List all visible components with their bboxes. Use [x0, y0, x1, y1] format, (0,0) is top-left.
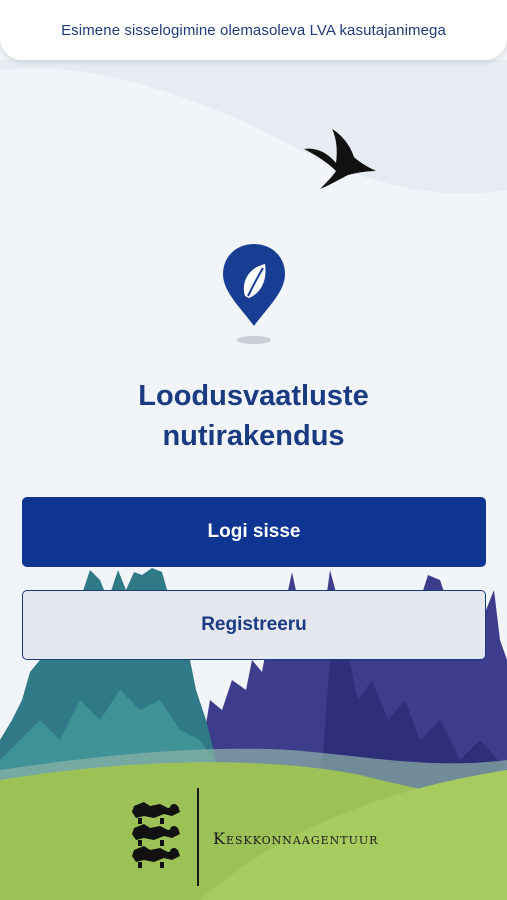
register-button[interactable]: Registreeru — [22, 590, 486, 660]
first-login-banner[interactable]: Esimene sisselogimine olemasoleva LVA ka… — [0, 0, 507, 60]
app-logo-pin-leaf-icon — [223, 244, 285, 344]
app-title: Loodusvaatluste nutirakendus — [0, 376, 507, 456]
app-title-line-2: nutirakendus — [162, 420, 345, 452]
swallow-bird-icon — [304, 129, 376, 189]
banner-text: Esimene sisselogimine olemasoleva LVA ka… — [61, 21, 446, 39]
coat-of-arms-lions-icon — [132, 802, 180, 868]
app-title-line-1: Loodusvaatluste — [138, 380, 369, 412]
login-button[interactable]: Logi sisse — [22, 497, 486, 567]
footer-divider — [197, 788, 199, 886]
agency-name: Keskkonnaagentuur — [213, 829, 379, 848]
